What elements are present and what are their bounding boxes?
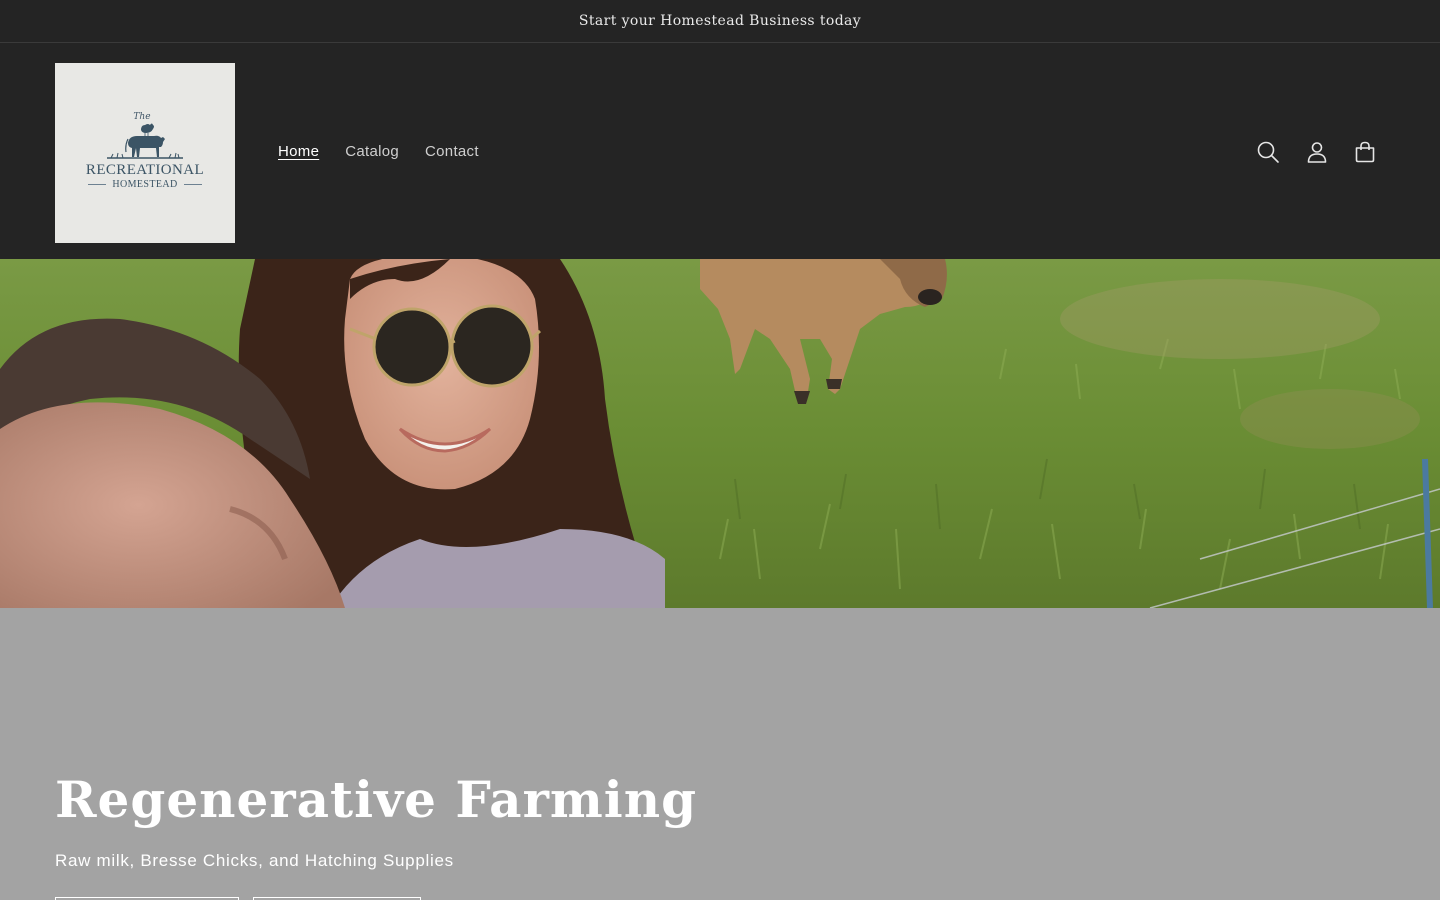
announcement-bar: Start your Homestead Business today xyxy=(0,0,1440,43)
logo-subtitle-row: HOMESTEAD xyxy=(55,179,235,190)
logo-title: RECREATIONAL xyxy=(85,162,205,178)
hero-title: Regenerative Farming xyxy=(55,770,698,829)
nav-item-contact[interactable]: Contact xyxy=(412,141,492,163)
main-nav: Home Catalog Contact xyxy=(265,141,492,163)
logo-rule-right xyxy=(183,184,202,185)
logo-rule-left xyxy=(88,184,107,185)
cart-button[interactable] xyxy=(1348,135,1382,169)
site-logo[interactable]: The RECREATIONAL HOMESTEAD xyxy=(55,63,235,243)
site-header: The RECREATIONAL HOMESTEAD Home Catalog … xyxy=(0,43,1440,259)
cart-icon xyxy=(1355,141,1375,163)
search-button[interactable] xyxy=(1251,135,1285,169)
nav-item-home[interactable]: Home xyxy=(265,141,332,163)
account-button[interactable] xyxy=(1300,135,1334,169)
logo-the-text: The xyxy=(133,112,151,122)
hero-image xyxy=(0,259,1440,608)
account-icon xyxy=(1307,142,1327,163)
search-icon xyxy=(1257,141,1279,163)
hero-banner: Regenerative Farming Raw milk, Bresse Ch… xyxy=(0,608,1440,900)
nav-item-catalog[interactable]: Catalog xyxy=(332,141,412,163)
logo-subtitle: HOMESTEAD xyxy=(112,179,178,190)
hero-subtitle: Raw milk, Bresse Chicks, and Hatching Su… xyxy=(55,851,454,870)
hero-photo-illustration xyxy=(0,259,1440,608)
announcement-text: Start your Homestead Business today xyxy=(578,13,862,29)
cow-chicken-icon xyxy=(107,123,183,159)
